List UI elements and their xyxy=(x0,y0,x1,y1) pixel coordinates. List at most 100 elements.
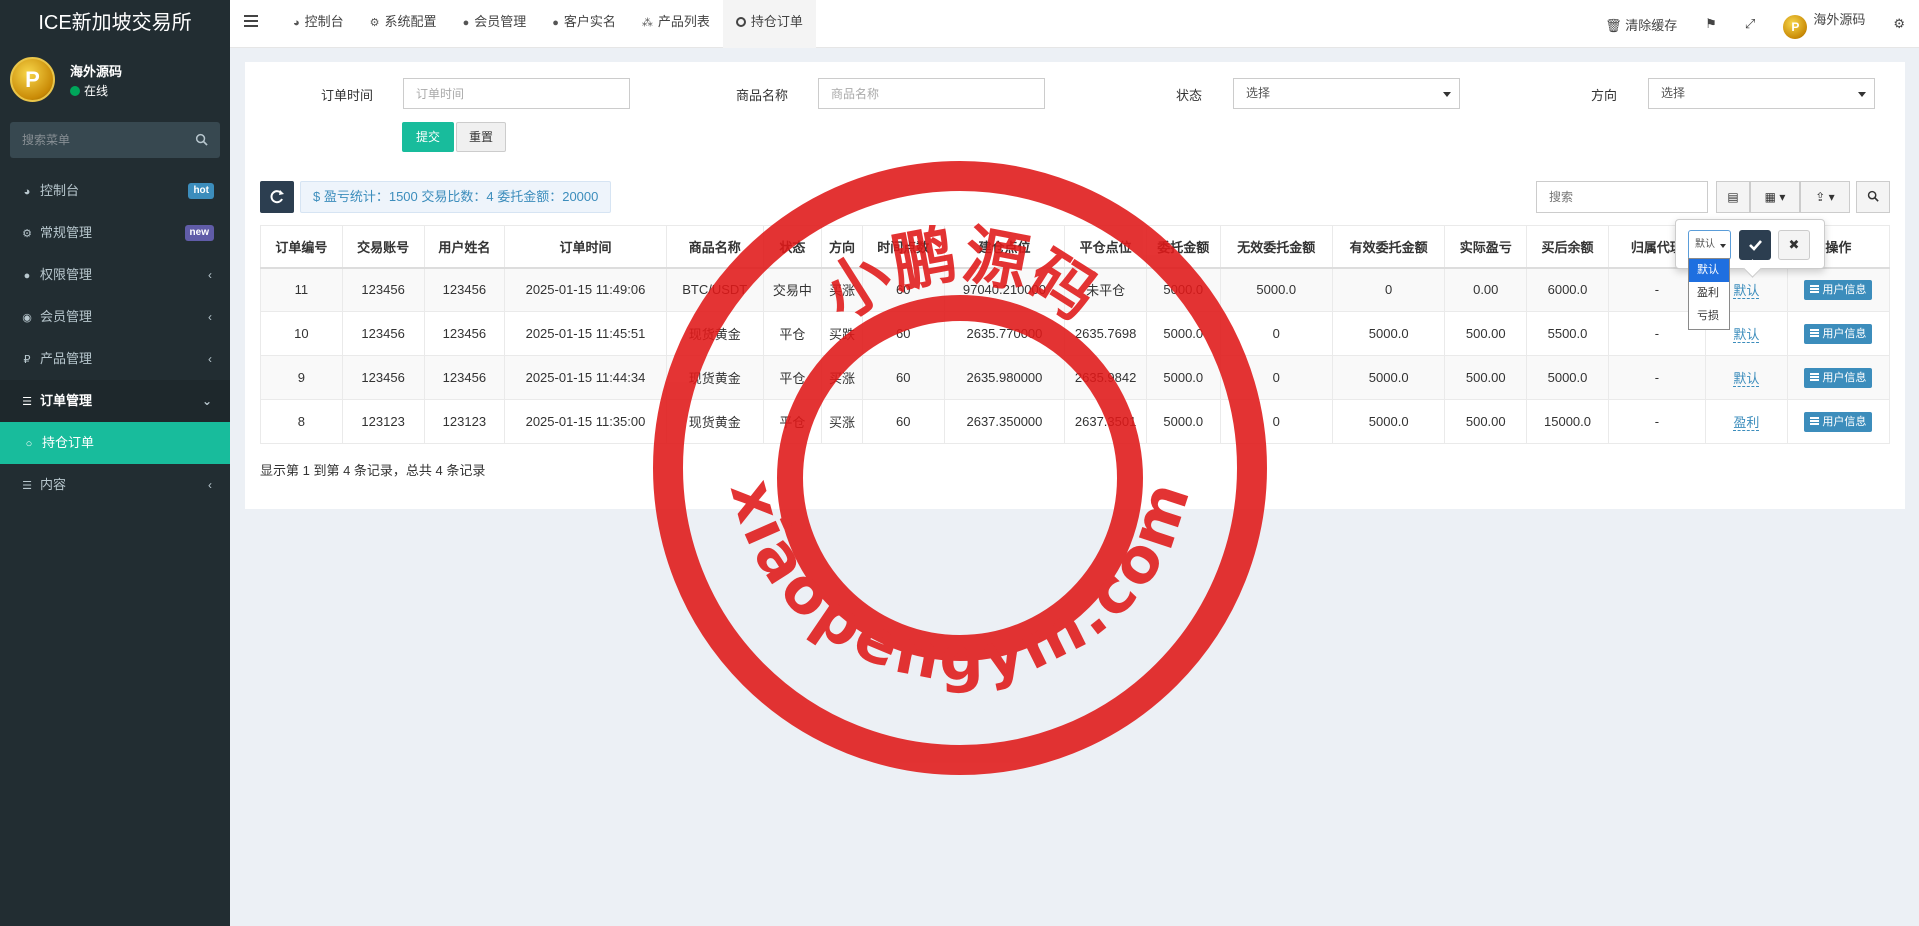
tab-products[interactable]: ⁂ 产品列表 xyxy=(629,0,723,48)
circle-o-icon: ○ xyxy=(25,438,33,450)
sidebar-item-general[interactable]: ⚙ 常规管理 new xyxy=(0,212,230,254)
cell-open-price: 2635.770000 xyxy=(943,311,1066,356)
dropdown-option[interactable]: 默认 xyxy=(1689,259,1729,282)
dropdown-option[interactable]: 亏损 xyxy=(1689,305,1729,328)
columns-button[interactable]: ▦ ▾ xyxy=(1750,181,1800,213)
tab-members[interactable]: ● 会员管理 xyxy=(450,0,540,48)
col-invalid-amount[interactable]: 无效委托金额 xyxy=(1219,225,1333,269)
cell-balance: 15000.0 xyxy=(1526,399,1609,444)
confirm-button[interactable] xyxy=(1739,230,1771,260)
tab-positions[interactable]: 持仓订单 xyxy=(722,0,816,48)
cell-result: 默认 xyxy=(1704,355,1788,400)
col-status[interactable]: 状态 xyxy=(762,225,823,269)
result-editable-link[interactable]: 盈利 xyxy=(1733,415,1760,431)
col-order-id[interactable]: 订单编号 xyxy=(260,225,343,269)
dashboard-icon: ◕ xyxy=(293,17,300,29)
tab-system-config[interactable]: ⚙ 系统配置 xyxy=(357,0,450,48)
result-select[interactable]: 默认 xyxy=(1688,230,1731,260)
cell-direction: 买跌 xyxy=(821,311,863,356)
product-name-label: 商品名称 xyxy=(736,88,789,103)
cell-action: 用户信息 xyxy=(1786,355,1891,400)
cell-account: 123456 xyxy=(341,267,425,312)
result-editable-link[interactable]: 默认 xyxy=(1733,327,1760,343)
online-dot-icon xyxy=(70,86,80,96)
advanced-search-button[interactable] xyxy=(1856,181,1890,213)
cell-agent: - xyxy=(1607,355,1706,400)
sidebar-item-positions[interactable]: ○ 持仓订单 xyxy=(0,422,230,464)
cell-order-time: 2025-01-15 11:49:06 xyxy=(504,267,667,312)
product-name-input[interactable] xyxy=(818,78,1045,109)
col-valid-amount[interactable]: 有效委托金额 xyxy=(1331,225,1446,269)
col-seconds[interactable]: 时间点数 xyxy=(861,225,945,269)
user-info-button[interactable]: 用户信息 xyxy=(1804,323,1873,344)
user-info-button[interactable]: 用户信息 xyxy=(1804,367,1873,388)
user-menu[interactable]: P 海外源码 xyxy=(1769,9,1879,39)
col-balance[interactable]: 买后余额 xyxy=(1526,225,1609,269)
hamburger-icon[interactable] xyxy=(244,15,258,29)
reset-button[interactable]: 重置 xyxy=(456,122,507,152)
cell-order-id: 11 xyxy=(260,267,343,312)
sidebar-item-content[interactable]: ☰ 内容 ‹ xyxy=(0,464,230,506)
status-select[interactable]: 选择 xyxy=(1233,78,1460,109)
submit-button[interactable]: 提交 xyxy=(402,122,455,152)
cell-pnl: 500.00 xyxy=(1444,311,1528,356)
sidebar-item-members[interactable]: ◉ 会员管理 ‹ xyxy=(0,296,230,338)
dropdown-option[interactable]: 盈利 xyxy=(1689,282,1729,305)
cell-amount: 5000.0 xyxy=(1145,355,1221,400)
chevron-left-icon: ‹ xyxy=(208,310,212,324)
cell-action: 用户信息 xyxy=(1786,311,1891,356)
toggle-view-button[interactable]: ▤ xyxy=(1716,181,1750,213)
table-search-input[interactable] xyxy=(1536,181,1708,213)
list-icon: ☰ xyxy=(22,480,32,492)
sidebar-item-products[interactable]: ₽ 产品管理 ‹ xyxy=(0,338,230,380)
col-direction[interactable]: 方向 xyxy=(821,225,863,269)
cancel-button[interactable]: ✖ xyxy=(1778,230,1810,260)
col-account[interactable]: 交易账号 xyxy=(341,225,425,269)
order-time-input[interactable] xyxy=(403,78,630,109)
col-product[interactable]: 商品名称 xyxy=(665,225,764,269)
export-icon: ⇪ ▾ xyxy=(1815,190,1835,204)
result-editable-link[interactable]: 默认 xyxy=(1733,371,1760,387)
cell-username: 123456 xyxy=(423,311,506,356)
dashboard-icon: ◕ xyxy=(23,186,31,198)
col-pnl[interactable]: 实际盈亏 xyxy=(1444,225,1528,269)
refresh-button[interactable] xyxy=(260,181,294,213)
sidebar-search-input[interactable] xyxy=(10,122,220,158)
top-navbar: ◕ 控制台 ⚙ 系统配置 ● 会员管理 ● 客户实名 ⁂ 产品列表 持仓订单 🗑 清除缓存… xyxy=(230,0,1919,48)
check-icon xyxy=(1749,240,1762,251)
result-editable-link[interactable]: 默认 xyxy=(1733,283,1760,300)
direction-select[interactable]: 选择 xyxy=(1648,78,1875,109)
user-info-button[interactable]: 用户信息 xyxy=(1804,411,1873,432)
col-close-price[interactable]: 平仓点位 xyxy=(1064,225,1147,269)
sidebar-item-permissions[interactable]: ● 权限管理 ‹ xyxy=(0,254,230,296)
chevron-left-icon: ‹ xyxy=(208,478,212,492)
col-username[interactable]: 用户姓名 xyxy=(423,225,506,269)
cell-open-price: 2637.350000 xyxy=(943,399,1066,444)
tab-realname[interactable]: ● 客户实名 xyxy=(539,0,629,48)
clear-cache-button[interactable]: 🗑 清除缓存 xyxy=(1591,15,1691,34)
cell-invalid-amount: 0 xyxy=(1219,399,1333,444)
search-icon[interactable] xyxy=(195,133,208,146)
refresh-icon xyxy=(270,190,284,204)
cogs-icon[interactable]: ⚙ xyxy=(1879,16,1919,32)
cell-balance: 5000.0 xyxy=(1526,355,1609,400)
sidebar-item-label: 权限管理 xyxy=(40,267,93,282)
col-amount[interactable]: 委托金额 xyxy=(1145,225,1221,269)
caret-down-icon xyxy=(1858,92,1866,97)
chevron-left-icon: ‹ xyxy=(208,268,212,282)
fullscreen-icon[interactable]: ⤢ xyxy=(1731,16,1769,32)
cell-product: BTC/USDT xyxy=(665,267,764,312)
cell-action: 用户信息 xyxy=(1786,399,1891,444)
col-order-time[interactable]: 订单时间 xyxy=(504,225,667,269)
brand-logo[interactable]: ICE新加坡交易所 xyxy=(0,0,230,47)
cell-balance: 5500.0 xyxy=(1526,311,1609,356)
frontend-icon[interactable]: ⚑ xyxy=(1691,16,1731,32)
col-open-price[interactable]: 建仓点位 xyxy=(943,225,1066,269)
sidebar-item-dashboard[interactable]: ◕ 控制台 hot xyxy=(0,170,230,212)
sidebar-item-orders[interactable]: ☰ 订单管理 ⌄ xyxy=(0,380,230,422)
tab-dashboard[interactable]: ◕ 控制台 xyxy=(280,0,357,48)
user-info-button[interactable]: 用户信息 xyxy=(1804,279,1873,300)
cell-account: 123456 xyxy=(341,311,425,356)
avatar-coin-icon: P xyxy=(1783,15,1808,39)
export-button[interactable]: ⇪ ▾ xyxy=(1800,181,1850,213)
